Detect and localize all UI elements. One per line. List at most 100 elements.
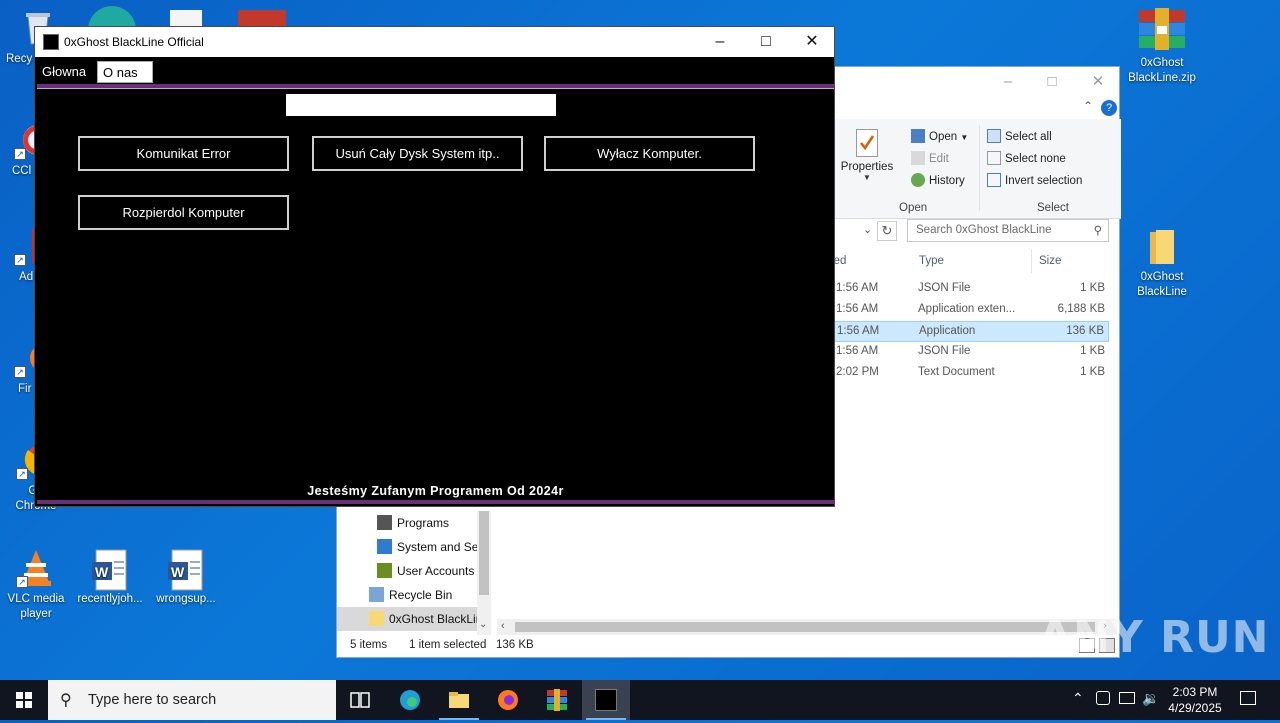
rozpierdol-komputer-button[interactable]: Rozpierdol Komputer xyxy=(78,195,289,230)
ghost-titlebar[interactable]: 0xGhost BlackLine Official – □ ✕ xyxy=(35,27,834,57)
firefox-icon xyxy=(498,690,518,710)
user-accounts-icon xyxy=(377,563,392,578)
taskbar-firefox-button[interactable] xyxy=(484,680,532,720)
file-row[interactable]: 1:56 AM JSON File 1 KB xyxy=(825,342,1109,363)
desktop-icon-folder[interactable]: 0xGhost BlackLine xyxy=(1124,226,1200,300)
ghost-close-button[interactable]: ✕ xyxy=(789,27,835,57)
address-dropdown-chevron-icon[interactable]: ⌄ xyxy=(863,223,872,236)
file-row[interactable]: 1:56 AM Application 136 KB xyxy=(825,321,1109,342)
taskbar-edge-button[interactable] xyxy=(386,680,434,720)
properties-button[interactable]: Properties ▼ xyxy=(839,129,895,182)
ghost-text-input[interactable] xyxy=(286,94,556,116)
horizontal-scrollbar[interactable]: ‹ › xyxy=(497,619,1117,635)
nav-item-label: Programs xyxy=(397,516,450,530)
ribbon-collapse-chevron-icon[interactable]: ⌃ xyxy=(1083,99,1093,113)
desktop-icon-zip[interactable]: 0xGhost BlackLine.zip xyxy=(1124,8,1200,86)
scroll-left-icon[interactable]: ‹ xyxy=(501,620,505,632)
taskbar-winrar-button[interactable] xyxy=(533,680,581,720)
taskbar-search-placeholder: Type here to search xyxy=(88,692,217,708)
notifications-icon[interactable] xyxy=(1240,691,1256,705)
windows-logo-icon xyxy=(16,692,32,708)
desktop-icon-vlc[interactable]: ↗ VLC media player xyxy=(0,548,74,622)
taskbar-clock[interactable]: 2:03 PM 4/29/2025 xyxy=(1165,684,1225,716)
taskbar-search-box[interactable]: ⚲ Type here to search xyxy=(48,680,336,720)
start-button[interactable] xyxy=(0,680,48,720)
history-button[interactable]: History xyxy=(911,173,965,187)
security-tray-icon[interactable] xyxy=(1096,691,1110,705)
search-icon: ⚲ xyxy=(1093,225,1102,237)
nav-item[interactable]: User Accounts xyxy=(337,559,477,583)
task-view-icon xyxy=(350,692,370,708)
nav-item[interactable]: Recycle Bin xyxy=(337,583,477,607)
explorer-statusbar: 5 items 1 item selected 136 KB xyxy=(337,635,1119,657)
show-hidden-icons-chevron-icon[interactable]: ⌃ xyxy=(1072,690,1084,707)
status-size: 136 KB xyxy=(496,639,534,651)
column-header-size[interactable]: Size xyxy=(1039,255,1061,267)
nav-scrollbar-thumb[interactable] xyxy=(479,511,489,595)
word-doc-icon: W xyxy=(90,548,130,591)
refresh-button[interactable]: ↻ xyxy=(877,221,897,241)
column-header-type[interactable]: Type xyxy=(919,255,944,267)
tab-o-nas[interactable]: O nas xyxy=(97,61,153,83)
task-view-button[interactable] xyxy=(336,680,384,720)
nav-item[interactable]: 0xGhost BlackLin xyxy=(337,607,482,631)
word-doc-icon: W xyxy=(166,548,206,591)
taskbar-file-explorer-button[interactable] xyxy=(435,680,483,720)
horizontal-scrollbar-thumb[interactable] xyxy=(515,622,1095,632)
nav-item[interactable]: Programs xyxy=(337,511,477,535)
wylacz-komputer-button[interactable]: Wyłacz Komputer. xyxy=(544,136,755,171)
explorer-close-button[interactable]: ✕ xyxy=(1075,67,1121,97)
file-modified-time: 1:56 AM xyxy=(836,282,879,294)
ghost-minimize-button[interactable]: – xyxy=(697,27,743,57)
taskbar-ghost-app-button[interactable] xyxy=(582,680,630,720)
edit-icon xyxy=(911,151,925,165)
svg-text:W: W xyxy=(95,564,109,580)
file-row[interactable]: 1:56 AM JSON File 1 KB xyxy=(825,279,1109,300)
open-button[interactable]: Open ▼ xyxy=(911,129,968,143)
clock-date: 4/29/2025 xyxy=(1168,701,1222,715)
file-size: 6,188 KB xyxy=(1057,303,1105,315)
help-icon[interactable]: ? xyxy=(1101,100,1117,116)
network-tray-icon[interactable] xyxy=(1119,692,1135,704)
edit-button[interactable]: Edit xyxy=(911,151,949,165)
usun-dysk-button[interactable]: Usuń Cały Dysk System itp.. xyxy=(312,136,523,171)
select-all-icon xyxy=(987,129,1001,143)
shortcut-arrow-icon: ↗ xyxy=(16,576,28,588)
search-input[interactable]: Search 0xGhost BlackLine ⚲ xyxy=(907,219,1109,242)
desktop-icon-label: recentlyjoh... xyxy=(77,593,143,605)
file-type: Application xyxy=(919,325,976,337)
file-modified-time: 2:02 PM xyxy=(836,366,879,378)
file-row[interactable]: 1:56 AM Application exten... 6,188 KB xyxy=(825,300,1109,321)
file-row[interactable]: 2:02 PM Text Document 1 KB xyxy=(825,363,1109,384)
scroll-down-icon[interactable]: ⌄ xyxy=(479,619,487,630)
nav-item[interactable]: System and Se xyxy=(337,535,478,559)
desktop-icon-recentlyjoh[interactable]: W recentlyjoh... xyxy=(72,548,148,607)
desktop-icon-wrongsup[interactable]: W wrongsup... xyxy=(148,548,224,607)
ghost-main-panel: Komunikat Error Usuń Cały Dysk System it… xyxy=(37,84,834,504)
volume-tray-icon[interactable]: 🔉 xyxy=(1142,690,1159,707)
file-size: 1 KB xyxy=(1080,345,1105,357)
komunikat-error-button[interactable]: Komunikat Error xyxy=(78,136,289,171)
shortcut-arrow-icon: ↗ xyxy=(14,254,26,266)
ghost-maximize-button[interactable]: □ xyxy=(743,27,789,57)
invert-selection-button[interactable]: Invert selection xyxy=(987,173,1082,187)
select-all-button[interactable]: Select all xyxy=(987,129,1052,143)
shortcut-arrow-icon: ↗ xyxy=(14,148,26,160)
nav-scrollbar[interactable]: ⌄ xyxy=(477,511,491,635)
explorer-ribbon: Properties ▼ Open ▼ Edit History Select … xyxy=(825,119,1121,219)
ribbon-divider xyxy=(979,125,980,211)
folder-icon xyxy=(1142,226,1182,266)
file-modified-time: 1:56 AM xyxy=(836,303,879,315)
tab-glowna[interactable]: Głowna xyxy=(37,61,92,83)
ribbon-group-open-label: Open xyxy=(899,202,928,214)
taskbar: ⚲ Type here to search ⌃ 🔉 2:03 PM 4/29/2… xyxy=(0,680,1280,720)
folder-icon xyxy=(369,611,384,626)
system-security-icon xyxy=(377,539,392,554)
explorer-maximize-button[interactable]: □ xyxy=(1029,67,1075,97)
ghost-app-taskbar-icon xyxy=(595,689,617,711)
column-divider xyxy=(1031,249,1032,273)
select-none-button[interactable]: Select none xyxy=(987,151,1066,165)
explorer-minimize-button[interactable]: – xyxy=(985,67,1031,97)
properties-icon xyxy=(856,129,878,157)
ghost-app-window[interactable]: 0xGhost BlackLine Official – □ ✕ Głowna … xyxy=(34,26,835,507)
